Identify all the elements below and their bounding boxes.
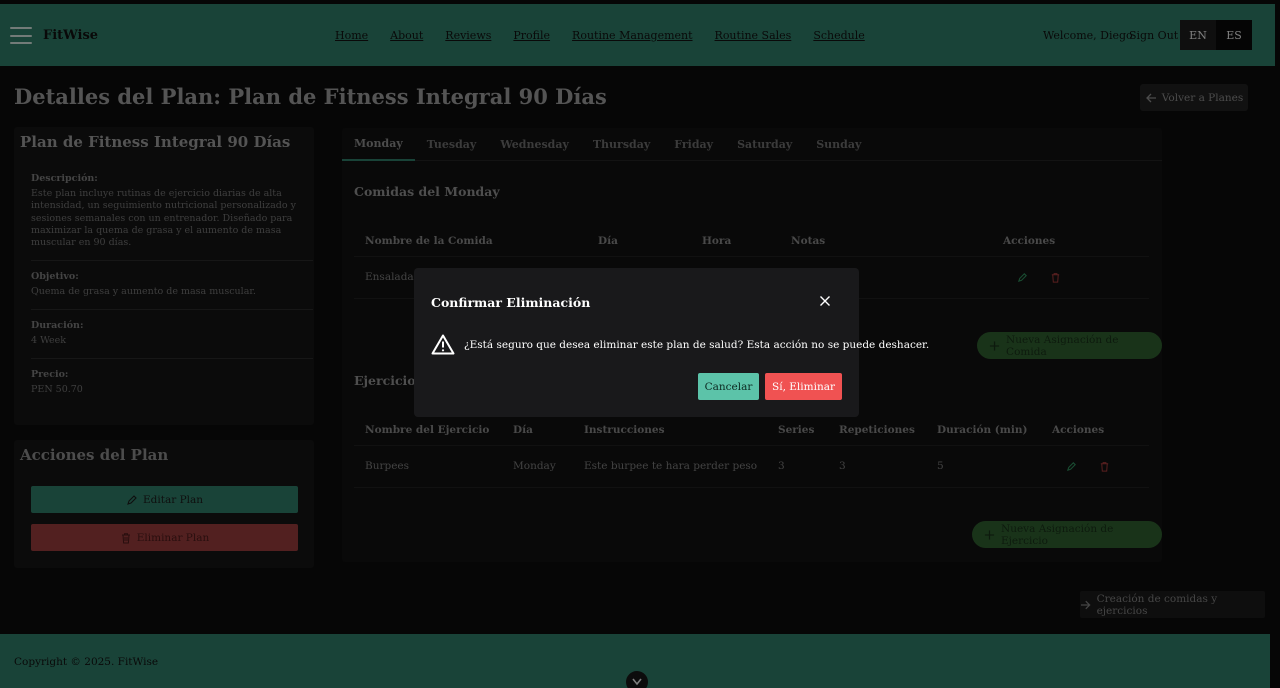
warning-icon [431, 334, 455, 355]
close-icon[interactable] [819, 295, 831, 307]
confirm-delete-modal: Confirmar Eliminación ¿Está seguro que d… [414, 268, 929, 417]
cancel-button[interactable]: Cancelar [698, 373, 759, 400]
confirm-delete-button[interactable]: Sí, Eliminar [765, 373, 842, 400]
modal-body: ¿Está seguro que desea eliminar este pla… [431, 334, 929, 355]
modal-message: ¿Está seguro que desea eliminar este pla… [464, 338, 930, 351]
modal-title: Confirmar Eliminación [431, 295, 591, 310]
